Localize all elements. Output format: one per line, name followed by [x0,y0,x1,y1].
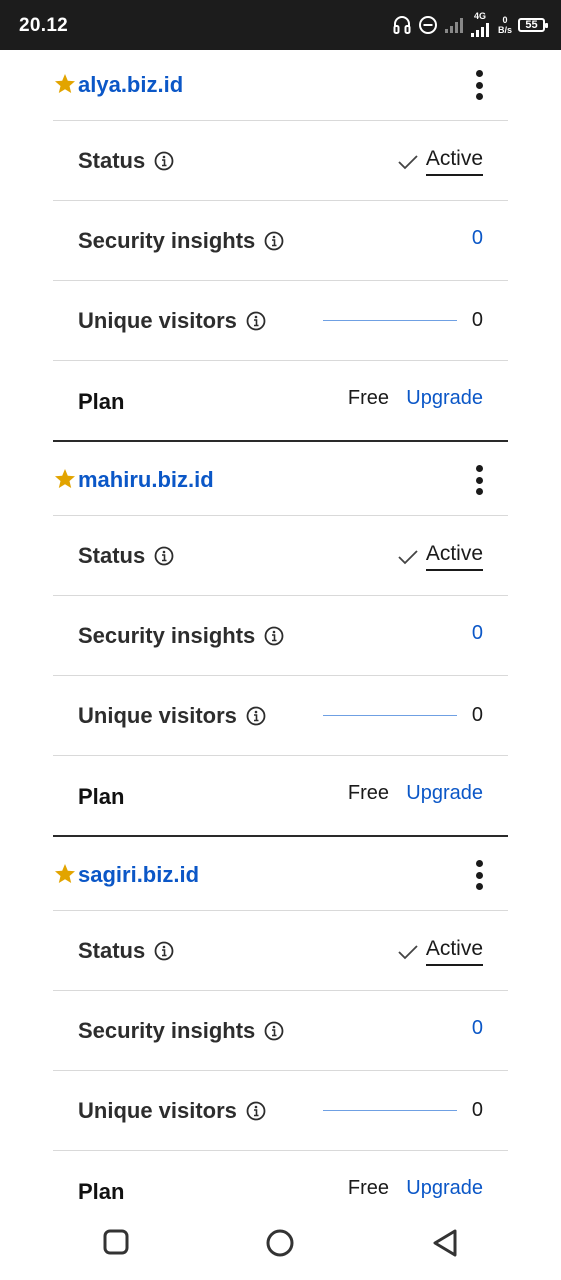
more-options-icon[interactable] [474,70,484,100]
signal-icon [444,18,463,33]
more-options-icon[interactable] [474,860,484,890]
security-insights-info-icon[interactable] [264,626,284,646]
recent-apps-icon[interactable] [102,1228,130,1256]
status-time: 20.12 [19,15,69,36]
security-insights-label: Security insights [78,623,256,648]
plan-value: Free [347,782,389,804]
site-domain-link[interactable]: sagiri.biz.id [78,862,199,888]
signal-4g-icon: 4G [470,11,492,37]
security-insights-row: Security insights 0 [53,991,508,1071]
navigation-bar [0,1210,561,1280]
security-insights-row: Security insights 0 [53,596,508,676]
status-bar: 20.12 4G 0 B/s 55 [0,0,561,50]
status-value[interactable]: Active [397,937,483,966]
security-insights-label: Security insights [78,228,256,253]
unique-visitors-label: Unique visitors [78,1098,237,1123]
status-label-wrap: Status [78,148,174,174]
visitors-sparkline [323,320,457,321]
site-card: mahiru.biz.id Status Active Security insigh… [53,445,508,837]
security-insights-label: Security insights [78,1018,256,1043]
unique-visitors-row: Unique visitors 0 [53,1071,508,1151]
unique-visitors-info-icon[interactable] [246,1101,266,1121]
status-row: Status Active [53,516,508,596]
status-active-text: Active [425,147,483,176]
upgrade-link[interactable]: Upgrade [406,387,483,410]
unique-visitors-label: Unique visitors [78,308,237,333]
visitors-label-wrap: Unique visitors [78,308,266,334]
unique-visitors-row: Unique visitors 0 [53,676,508,756]
visitors-sparkline [323,1110,457,1111]
more-options-icon[interactable] [474,465,484,495]
battery-level: 55 [525,19,538,31]
site-card: alya.biz.id Status Active Security insights… [53,50,508,442]
visitors-label-wrap: Unique visitors [78,703,266,729]
net-speed-unit: B/s [497,25,512,35]
unique-visitors-row: Unique visitors 0 [53,281,508,361]
upgrade-link[interactable]: Upgrade [406,1177,483,1200]
status-icons: 4G 0 B/s 55 [392,11,548,38]
status-row: Status Active [53,121,508,201]
security-insights-value[interactable]: 0 [472,622,483,645]
site-header: alya.biz.id [53,50,508,121]
insights-label-wrap: Security insights [78,1018,284,1044]
back-icon[interactable] [431,1228,459,1258]
checkmark-icon [398,154,418,169]
status-active-text: Active [425,542,483,571]
battery-icon: 55 [518,18,548,32]
insights-label-wrap: Security insights [78,623,284,649]
plan-label: Plan [78,1179,125,1204]
upgrade-link[interactable]: Upgrade [406,782,483,805]
home-icon[interactable] [265,1228,295,1258]
status-label: Status [78,148,146,173]
status-active-text: Active [425,937,483,966]
site-domain-link[interactable]: alya.biz.id [78,72,183,98]
site-card: sagiri.biz.id Status Active Security insigh… [53,840,508,1232]
unique-visitors-info-icon[interactable] [246,706,266,726]
security-insights-value[interactable]: 0 [472,1017,483,1040]
visitors-sparkline [323,715,457,716]
security-insights-info-icon[interactable] [264,231,284,251]
star-icon[interactable] [53,72,77,96]
status-value[interactable]: Active [397,147,483,176]
site-header: mahiru.biz.id [53,445,508,516]
status-label-wrap: Status [78,543,174,569]
plan-value: Free [347,387,389,409]
status-label: Status [78,938,146,963]
star-icon[interactable] [53,862,77,886]
do-not-disturb-icon [418,16,437,34]
checkmark-icon [398,549,418,564]
plan-row: Plan Free Upgrade [53,756,508,837]
headphones-icon [393,16,411,34]
plan-row: Plan Free Upgrade [53,361,508,442]
unique-visitors-info-icon[interactable] [246,311,266,331]
unique-visitors-value: 0 [471,1099,483,1121]
status-label-wrap: Status [78,938,174,964]
unique-visitors-value: 0 [471,704,483,726]
plan-label: Plan [78,784,125,809]
status-row: Status Active [53,911,508,991]
plan-value: Free [347,1177,389,1199]
site-header: sagiri.biz.id [53,840,508,911]
status-info-icon[interactable] [154,941,174,961]
plan-label: Plan [78,389,125,414]
unique-visitors-value: 0 [471,309,483,331]
visitors-label-wrap: Unique visitors [78,1098,266,1124]
security-insights-row: Security insights 0 [53,201,508,281]
site-domain-link[interactable]: mahiru.biz.id [78,467,214,493]
security-insights-info-icon[interactable] [264,1021,284,1041]
unique-visitors-label: Unique visitors [78,703,237,728]
status-label: Status [78,543,146,568]
insights-label-wrap: Security insights [78,228,284,254]
net-speed: 0 B/s [498,15,512,35]
checkmark-icon [398,944,418,959]
network-type: 4G [473,11,486,21]
status-value[interactable]: Active [397,542,483,571]
star-icon[interactable] [53,467,77,491]
status-info-icon[interactable] [154,546,174,566]
security-insights-value[interactable]: 0 [472,227,483,250]
net-speed-value: 0 [502,15,508,25]
status-info-icon[interactable] [154,151,174,171]
